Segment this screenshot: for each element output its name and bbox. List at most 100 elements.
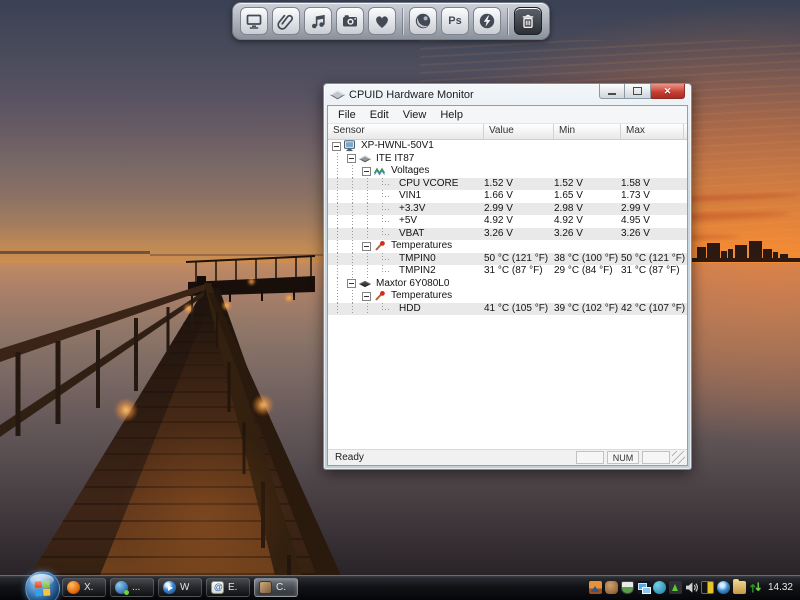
tree-guide [362, 178, 377, 191]
maximize-button[interactable] [625, 84, 651, 99]
dock-lightning-button[interactable] [473, 7, 501, 35]
tree-guide [332, 290, 347, 303]
dock-trash-button[interactable] [514, 7, 542, 35]
dock-paperclip-button[interactable] [272, 7, 300, 35]
menu-view[interactable]: View [396, 108, 434, 122]
sensor-row--3-3v[interactable]: +3.3V2.99 V2.98 V2.99 V [328, 203, 687, 216]
tree-collapse-box[interactable] [347, 154, 356, 163]
sensor-row--5v[interactable]: +5V4.92 V4.92 V4.95 V [328, 215, 687, 228]
sensor-row-voltages[interactable]: Voltages [328, 165, 687, 178]
tree-collapse-box[interactable] [362, 167, 371, 176]
dock-music-button[interactable] [304, 7, 332, 35]
tree-guide [347, 228, 362, 241]
sensor-cell: +5V [328, 215, 484, 228]
dock-heart-button[interactable] [368, 7, 396, 35]
tree-collapse-box[interactable] [332, 142, 341, 151]
taskbar-button-label: ... [132, 582, 140, 593]
tree-guide [332, 278, 347, 291]
min-cell: 1.65 V [554, 190, 621, 202]
value-cell: 50 °C (121 °F) [484, 253, 554, 265]
hwmonitor-window: CPUID Hardware Monitor FileEditViewHelp … [323, 83, 692, 470]
tray-transfer-icon[interactable] [749, 581, 762, 594]
taskbar-button-firefox[interactable]: X. [62, 578, 106, 597]
tree-guide [332, 203, 347, 216]
column-header-min[interactable]: Min [554, 124, 621, 139]
tree-guide [362, 203, 377, 216]
tray-network-icon[interactable] [637, 581, 650, 594]
sensor-row-temperatures[interactable]: Temperatures [328, 290, 687, 303]
tray-folder-icon[interactable] [733, 581, 746, 594]
column-header-value[interactable]: Value [484, 124, 554, 139]
max-cell: 2.99 V [621, 203, 687, 215]
tray-updater-icon[interactable] [669, 581, 682, 594]
sensor-label: VIN1 [399, 190, 421, 202]
dock-camera-button[interactable] [336, 7, 364, 35]
tray-shield-icon[interactable] [621, 581, 634, 594]
tree-guide [347, 253, 362, 266]
sensor-row-vin1[interactable]: VIN11.66 V1.65 V1.73 V [328, 190, 687, 203]
sensor-label: TMPIN0 [399, 253, 436, 265]
tree-collapse-box[interactable] [362, 292, 371, 301]
column-header-row: SensorValueMinMax [328, 124, 687, 140]
tree-guide [332, 153, 347, 166]
sensor-row-ite-it87[interactable]: ITE IT87 [328, 153, 687, 166]
tree-collapse-box[interactable] [347, 279, 356, 288]
start-button[interactable] [25, 571, 60, 600]
tree-collapse-box[interactable] [362, 242, 371, 251]
status-panel [642, 451, 670, 464]
sensor-row-tmpin0[interactable]: TMPIN050 °C (121 °F)38 °C (100 °F)50 °C … [328, 253, 687, 266]
close-button[interactable] [651, 84, 685, 99]
taskbar-button-email[interactable]: E. [206, 578, 250, 597]
column-header-sensor[interactable]: Sensor [328, 124, 484, 139]
menu-edit[interactable]: Edit [363, 108, 396, 122]
min-cell: 38 °C (100 °F) [554, 253, 621, 265]
sensor-label: HDD [399, 303, 421, 315]
pier-light [247, 277, 256, 286]
sensor-row-xp-hwnl-50v1[interactable]: XP-HWNL-50V1 [328, 140, 687, 153]
status-bar: Ready NUM [328, 449, 687, 465]
min-cell: 3.26 V [554, 228, 621, 240]
sensor-row-hdd[interactable]: HDD41 °C (105 °F)39 °C (102 °F)42 °C (10… [328, 303, 687, 316]
tray-volume-icon[interactable] [685, 581, 698, 594]
sensor-label: Maxtor 6Y080L0 [376, 278, 449, 290]
sensor-row-cpu-vcore[interactable]: CPU VCORE1.52 V1.52 V1.58 V [328, 178, 687, 191]
taskbar-button-media[interactable]: W [158, 578, 202, 597]
tree-guide [332, 265, 347, 278]
sensor-row-vbat[interactable]: VBAT3.26 V3.26 V3.26 V [328, 228, 687, 241]
pier-light [252, 394, 274, 416]
value-cell: 1.66 V [484, 190, 554, 202]
tray-display-icon[interactable] [701, 581, 714, 594]
taskbar-button-cpuid[interactable]: C. [254, 578, 298, 597]
sensor-label: +3.3V [399, 203, 425, 215]
dock-firefox-button[interactable] [409, 7, 437, 35]
value-cell: 31 °C (87 °F) [484, 265, 554, 277]
column-header-max[interactable]: Max [621, 124, 684, 139]
tree-guide [347, 203, 362, 216]
system-tray: 14.32 [586, 581, 800, 594]
num-lock-indicator: NUM [607, 451, 639, 464]
sensor-row-temperatures[interactable]: Temperatures [328, 240, 687, 253]
resize-grip[interactable] [672, 451, 685, 464]
min-cell: 29 °C (84 °F) [554, 265, 621, 277]
tree-guide [347, 290, 362, 303]
tray-messenger-icon[interactable] [653, 581, 666, 594]
tree-guide [347, 265, 362, 278]
menu-file[interactable]: File [331, 108, 363, 122]
minimize-button[interactable] [599, 84, 625, 99]
sensor-cell: HDD [328, 303, 484, 316]
pier-light [284, 293, 294, 303]
sensor-cell: +3.3V [328, 203, 484, 216]
camera-icon [340, 11, 360, 31]
dock-photoshop-button[interactable]: Ps [441, 7, 469, 35]
tray-media2-icon[interactable] [717, 581, 730, 594]
taskbar-button-messenger[interactable]: ... [110, 578, 154, 597]
tree-connector [377, 215, 389, 228]
menu-help[interactable]: Help [433, 108, 470, 122]
clock[interactable]: 14.32 [768, 582, 793, 593]
dock-display-button[interactable] [240, 7, 268, 35]
sensor-row-tmpin2[interactable]: TMPIN231 °C (87 °F)29 °C (84 °F)31 °C (8… [328, 265, 687, 278]
value-cell: 41 °C (105 °F) [484, 303, 554, 315]
sensor-row-maxtor-6y080l0[interactable]: Maxtor 6Y080L0 [328, 278, 687, 291]
tray-emule-icon[interactable] [605, 581, 618, 594]
tray-photo-icon[interactable] [589, 581, 602, 594]
